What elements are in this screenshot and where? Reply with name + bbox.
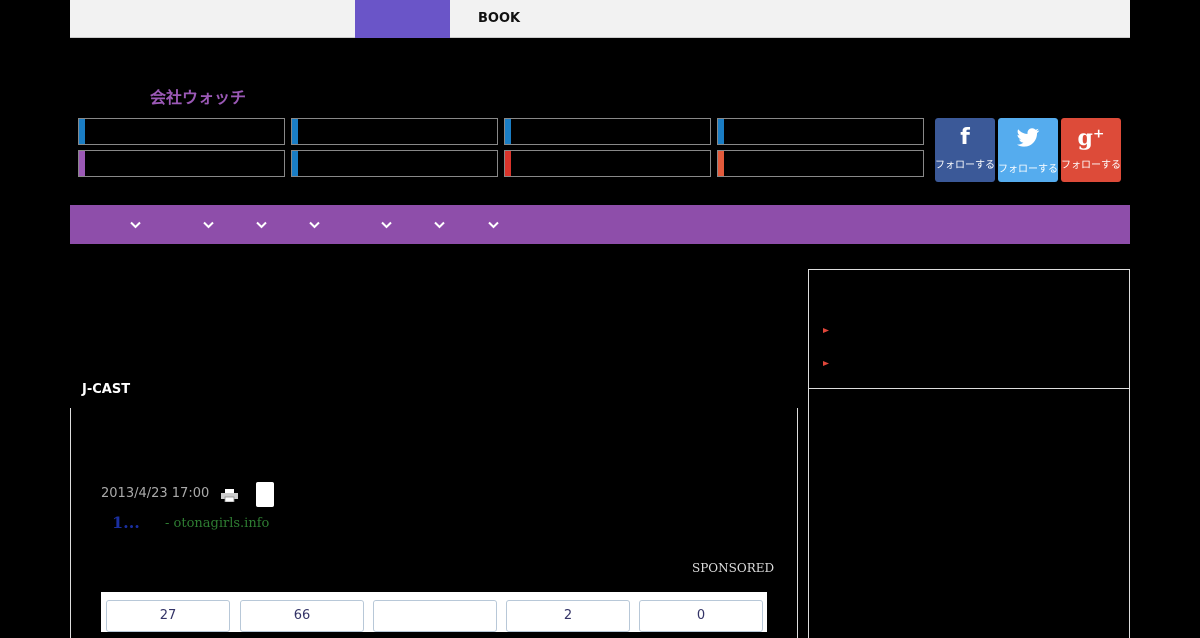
category-accent [292,119,298,144]
category-link-7[interactable] [504,150,711,177]
share-count[interactable]: 66 [240,600,364,632]
category-accent [505,151,511,176]
facebook-icon: f [960,125,970,150]
category-accent [718,151,724,176]
bullet-icon [823,351,829,366]
share-count[interactable]: 27 [106,600,230,632]
category-link-1[interactable] [78,118,285,145]
sponsored-source[interactable]: - otonagirls.info [165,516,269,531]
category-link-8[interactable] [717,150,924,177]
category-accent [79,151,85,176]
googleplus-follow-button[interactable]: g⁺ フォローする [1061,118,1121,182]
nav-dropdown-5-chevron-down-icon[interactable] [381,221,392,231]
share-counts: 27 66 2 0 [101,592,767,632]
share-count[interactable]: 0 [639,600,763,632]
twitter-follow-button[interactable]: フォローする [998,118,1058,182]
bullet-icon [823,318,829,333]
nav-dropdown-2-chevron-down-icon[interactable] [203,221,214,231]
category-link-5[interactable] [78,150,285,177]
top-bar: BOOK [70,0,1130,38]
share-button[interactable] [256,482,274,507]
top-tab-active[interactable] [355,0,450,38]
category-accent [79,119,85,144]
main-nav [70,205,1130,244]
category-link-4[interactable] [717,118,924,145]
share-count[interactable]: 2 [506,600,630,632]
article-date: 2013/4/23 17:00 [101,486,210,501]
sidebar-box-2 [808,388,1130,638]
share-count[interactable] [373,600,497,632]
nav-dropdown-7-chevron-down-icon[interactable] [488,221,499,231]
category-accent [292,151,298,176]
category-accent [718,119,724,144]
googleplus-icon: g⁺ [1077,125,1105,151]
twitter-icon [998,126,1058,154]
sponsored-label: SPONSORED [692,561,775,575]
follow-label: フォローする [1061,160,1121,171]
nav-dropdown-1-chevron-down-icon[interactable] [130,221,141,231]
facebook-follow-button[interactable]: f フォローする [935,118,995,182]
site-logo[interactable]: 会社ウォッチ [150,84,246,108]
category-link-3[interactable] [504,118,711,145]
nav-dropdown-4-chevron-down-icon[interactable] [309,221,320,231]
nav-dropdown-3-chevron-down-icon[interactable] [256,221,267,231]
section-label: J-CAST [82,382,131,397]
category-accent [505,119,511,144]
sidebar-box [808,269,1130,389]
category-link-2[interactable] [291,118,498,145]
nav-dropdown-6-chevron-down-icon[interactable] [434,221,445,231]
print-icon[interactable] [221,487,238,503]
follow-label: フォローする [935,160,995,171]
follow-label: フォローする [998,164,1058,175]
sponsored-headline[interactable]: 1... [112,513,140,532]
category-link-6[interactable] [291,150,498,177]
top-tab-book[interactable]: BOOK [478,11,520,26]
